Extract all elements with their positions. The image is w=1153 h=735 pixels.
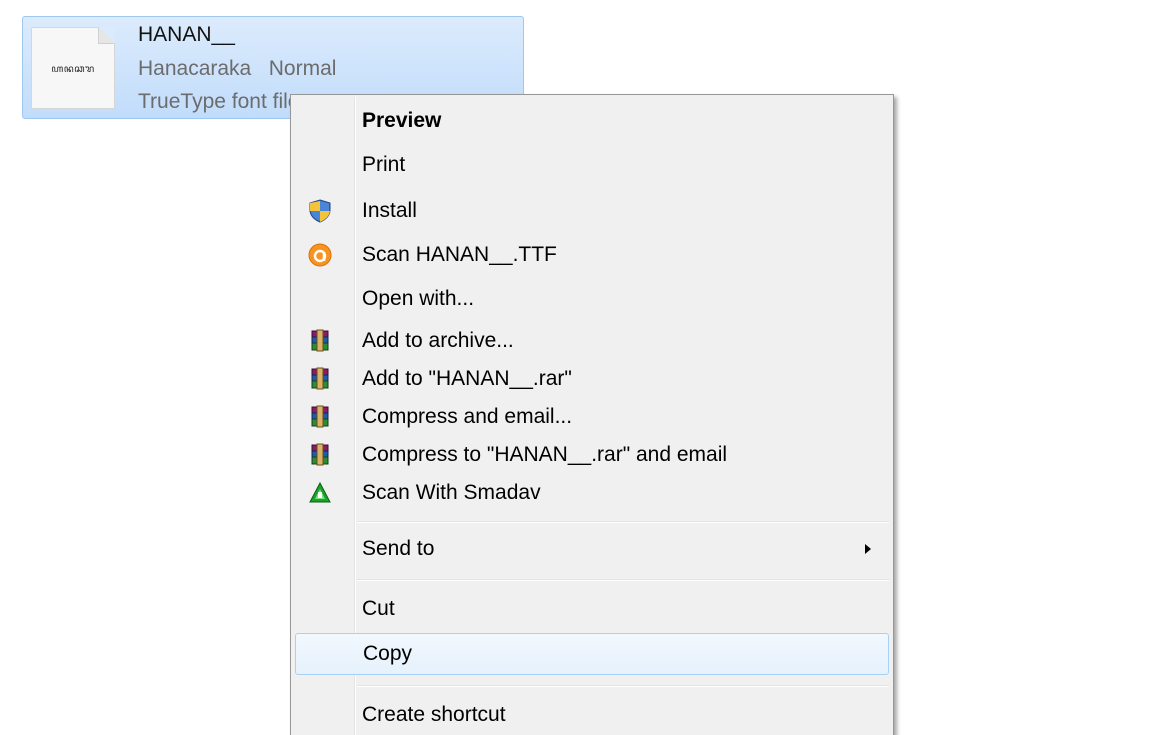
- winrar-icon: [311, 443, 329, 466]
- menu-item-install[interactable]: Install: [295, 191, 889, 231]
- menu-item-label: Print: [362, 153, 406, 176]
- file-font-family: Hanacaraka Normal: [138, 57, 337, 80]
- winrar-icon: [311, 329, 329, 352]
- menu-item-compress-and-email[interactable]: Compress and email...: [295, 397, 889, 437]
- menu-item-compress-to-rar-and-email[interactable]: Compress to "HANAN__.rar" and email: [295, 435, 889, 475]
- menu-item-label: Compress and email...: [362, 405, 573, 428]
- menu-item-label: Scan With Smadav: [362, 481, 541, 504]
- menu-item-label: Compress to "HANAN__.rar" and email: [362, 443, 728, 466]
- desktop-area: ꦲꦤꦕꦫ HANAN__ Hanacaraka Normal TrueType …: [0, 0, 1153, 735]
- menu-item-label: Cut: [362, 597, 395, 620]
- menu-item-add-to-rar[interactable]: Add to "HANAN__.rar": [295, 359, 889, 399]
- smadav-icon: [309, 481, 331, 503]
- file-type: TrueType font file: [138, 90, 300, 113]
- winrar-icon: [311, 367, 329, 390]
- menu-item-send-to[interactable]: Send to: [295, 529, 889, 569]
- menu-item-scan-smadav[interactable]: Scan With Smadav: [295, 473, 889, 513]
- menu-item-label: Add to "HANAN__.rar": [362, 367, 572, 390]
- menu-item-copy[interactable]: Copy: [295, 633, 889, 675]
- menu-separator: [357, 521, 889, 523]
- thumbnail-sample-text: ꦲꦤꦕꦫ: [51, 64, 95, 75]
- menu-item-scan-avast[interactable]: Scan HANAN__.TTF: [295, 235, 889, 275]
- menu-item-open-with[interactable]: Open with...: [295, 279, 889, 319]
- menu-item-add-to-archive[interactable]: Add to archive...: [295, 321, 889, 361]
- context-menu: Preview Print Install Scan HANAN__.TTF O…: [290, 94, 894, 735]
- file-name: HANAN__: [138, 23, 235, 46]
- menu-item-preview[interactable]: Preview: [295, 101, 889, 141]
- menu-separator: [357, 685, 889, 687]
- menu-separator: [357, 579, 889, 581]
- menu-item-label: Copy: [363, 642, 413, 665]
- menu-item-label: Add to archive...: [362, 329, 514, 352]
- uac-shield-icon: [309, 199, 331, 223]
- menu-item-label: Scan HANAN__.TTF: [362, 243, 557, 266]
- menu-item-label: Open with...: [362, 287, 475, 310]
- winrar-icon: [311, 405, 329, 428]
- submenu-arrow-icon: [865, 544, 871, 554]
- menu-item-label: Preview: [362, 109, 442, 132]
- font-file-thumbnail: ꦲꦤꦕꦫ: [31, 27, 115, 109]
- menu-item-label: Send to: [362, 537, 435, 560]
- menu-item-label: Create shortcut: [362, 703, 506, 726]
- menu-item-print[interactable]: Print: [295, 145, 889, 185]
- menu-item-cut[interactable]: Cut: [295, 589, 889, 629]
- menu-item-label: Install: [362, 199, 417, 222]
- avast-scan-icon: [308, 243, 332, 267]
- menu-item-create-shortcut[interactable]: Create shortcut: [295, 695, 889, 735]
